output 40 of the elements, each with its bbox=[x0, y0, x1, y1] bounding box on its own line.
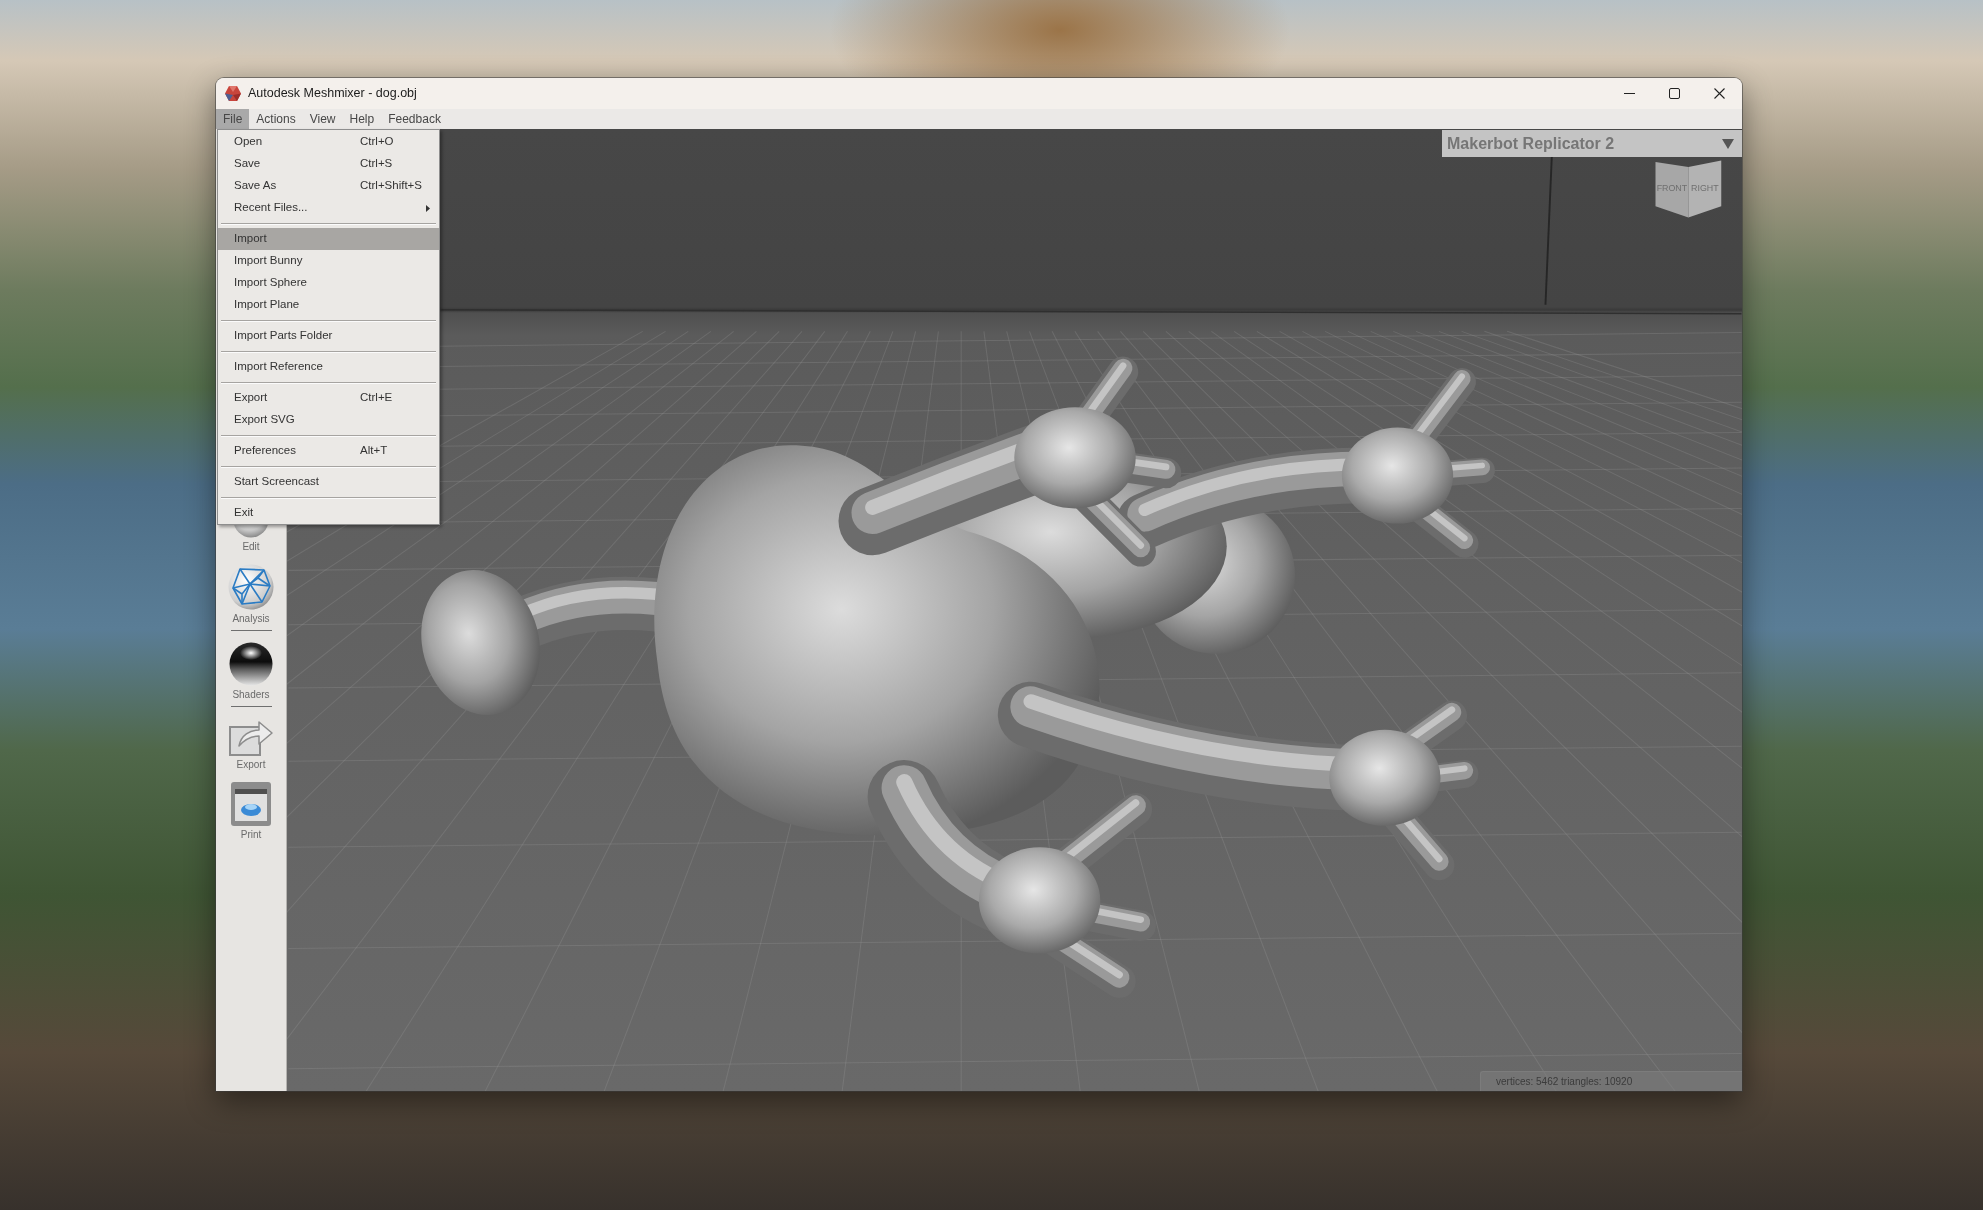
menu-item[interactable]: Start Screencast bbox=[218, 471, 439, 493]
menu-item[interactable]: Import Plane bbox=[218, 294, 439, 316]
menu-item[interactable]: Exit bbox=[218, 502, 439, 524]
menu-item[interactable]: Import bbox=[218, 228, 439, 250]
menu-item[interactable]: Feedback bbox=[381, 109, 448, 129]
status-bar: vertices: 5462 triangles: 10920 bbox=[1480, 1071, 1742, 1091]
window-title: Autodesk Meshmixer - dog.obj bbox=[248, 85, 417, 103]
tool-button[interactable]: Print bbox=[231, 782, 271, 841]
menu-item[interactable]: Help bbox=[342, 109, 382, 129]
shortcut-text: Ctrl+O bbox=[360, 134, 394, 150]
mesh-sphere-icon bbox=[228, 564, 274, 610]
minimize-icon bbox=[1624, 93, 1635, 94]
tool-button[interactable]: Export bbox=[229, 718, 273, 771]
menu-item[interactable]: Save Ctrl+S bbox=[218, 153, 439, 175]
menu-item[interactable]: Save As Ctrl+Shift+S bbox=[218, 175, 439, 197]
gem-icon bbox=[225, 86, 241, 101]
menu-item[interactable]: Preferences Alt+T bbox=[218, 440, 439, 462]
menu-item[interactable]: Actions bbox=[249, 109, 303, 129]
shortcut-text: Ctrl+Shift+S bbox=[360, 178, 422, 194]
close-icon bbox=[1714, 88, 1725, 99]
tool-button[interactable]: Analysis bbox=[228, 564, 274, 625]
printer-icon bbox=[231, 782, 271, 826]
export-icon bbox=[229, 718, 273, 756]
menu-item[interactable]: Import Bunny bbox=[218, 250, 439, 272]
menu-item[interactable]: Export Ctrl+E bbox=[218, 387, 439, 409]
menu-item[interactable]: Open Ctrl+O bbox=[218, 131, 439, 153]
menu-item[interactable]: File bbox=[216, 109, 250, 129]
menu-item[interactable]: View bbox=[302, 109, 343, 129]
shiny-sphere-icon bbox=[229, 642, 273, 686]
shortcut-text: Ctrl+S bbox=[360, 156, 393, 172]
shortcut-text: Alt+T bbox=[360, 443, 388, 459]
shortcut-text: Ctrl+E bbox=[360, 390, 393, 406]
menu-item[interactable]: Export SVG bbox=[218, 409, 439, 431]
menu-item[interactable]: Import Reference bbox=[218, 356, 439, 378]
maximize-icon bbox=[1669, 88, 1680, 99]
menu-item[interactable]: Recent Files... bbox=[218, 197, 439, 219]
menu-item[interactable]: Import Sphere bbox=[218, 272, 439, 294]
tool-button[interactable]: Shaders bbox=[229, 642, 273, 701]
caret-icon bbox=[1722, 138, 1734, 149]
menu-item[interactable]: Import Parts Folder bbox=[218, 325, 439, 347]
